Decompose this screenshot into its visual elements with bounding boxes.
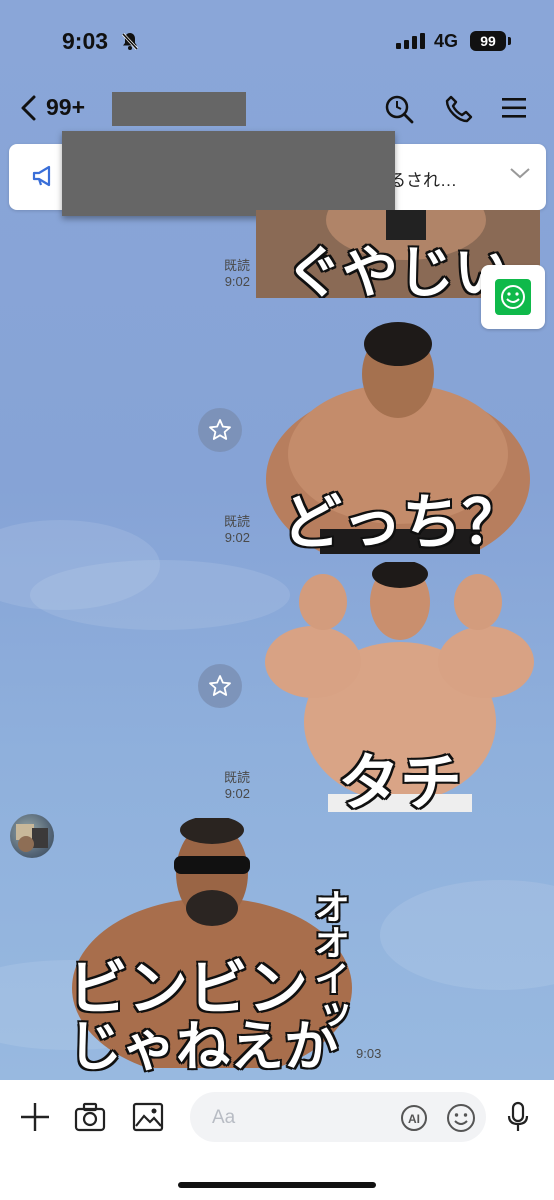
plus-icon[interactable] bbox=[20, 1102, 50, 1137]
favorite-star-button[interactable] bbox=[198, 408, 242, 452]
phone-icon[interactable] bbox=[444, 94, 474, 129]
smile-icon bbox=[495, 279, 531, 315]
star-icon bbox=[209, 675, 231, 696]
clock: 9:03 bbox=[62, 28, 109, 54]
sticker-caption: じゃねえか bbox=[67, 1014, 340, 1080]
input-placeholder: Aa bbox=[212, 1107, 236, 1128]
svg-text:AI: AI bbox=[408, 1112, 420, 1126]
favorite-star-button[interactable] bbox=[198, 664, 242, 708]
chat-header: 99+ bbox=[0, 80, 554, 136]
sticker-caption: どっち？ bbox=[281, 487, 524, 560]
microphone-icon[interactable] bbox=[506, 1101, 530, 1138]
image-icon[interactable] bbox=[132, 1102, 164, 1137]
sticker-message[interactable]: ビンビン じゃねえか オオイッ bbox=[62, 816, 354, 1080]
sticker-message[interactable]: タチ bbox=[258, 560, 542, 821]
emoji-icon[interactable] bbox=[446, 1103, 476, 1138]
star-icon bbox=[209, 419, 231, 440]
announcement-text: るされ… bbox=[389, 171, 457, 190]
ai-icon[interactable]: AI bbox=[400, 1104, 428, 1137]
redacted-announcement bbox=[62, 131, 395, 216]
sticker-caption: ぐやじい bbox=[285, 240, 512, 299]
sticker-side-caption: オオイッ bbox=[307, 887, 351, 1034]
chevron-down-icon[interactable] bbox=[509, 166, 531, 185]
back-chevron-icon[interactable] bbox=[18, 94, 40, 127]
network-type: 4G bbox=[434, 31, 459, 51]
home-indicator bbox=[178, 1182, 376, 1188]
megaphone-icon bbox=[31, 164, 57, 193]
battery-tip bbox=[508, 37, 511, 45]
read-receipt: 既読 9:02 bbox=[223, 258, 250, 289]
sender-avatar[interactable] bbox=[10, 814, 54, 858]
unread-count[interactable]: 99+ bbox=[46, 94, 85, 121]
signal-icon bbox=[396, 33, 426, 54]
status-bar: 9:03 4G 99 bbox=[0, 0, 554, 80]
message-time: 9:03 bbox=[356, 1046, 382, 1061]
redacted-chat-title bbox=[112, 92, 246, 126]
read-receipt: 既読 9:02 bbox=[223, 514, 250, 545]
sticker-message[interactable]: どっち？ bbox=[260, 314, 532, 569]
camera-icon[interactable] bbox=[74, 1102, 106, 1137]
bell-muted-icon bbox=[120, 31, 140, 56]
battery-icon: 99 bbox=[470, 31, 506, 51]
menu-icon[interactable] bbox=[502, 96, 528, 125]
read-receipt: 既読 9:02 bbox=[223, 770, 250, 801]
sticker-caption: タチ bbox=[336, 745, 463, 821]
search-icon[interactable] bbox=[384, 94, 414, 129]
